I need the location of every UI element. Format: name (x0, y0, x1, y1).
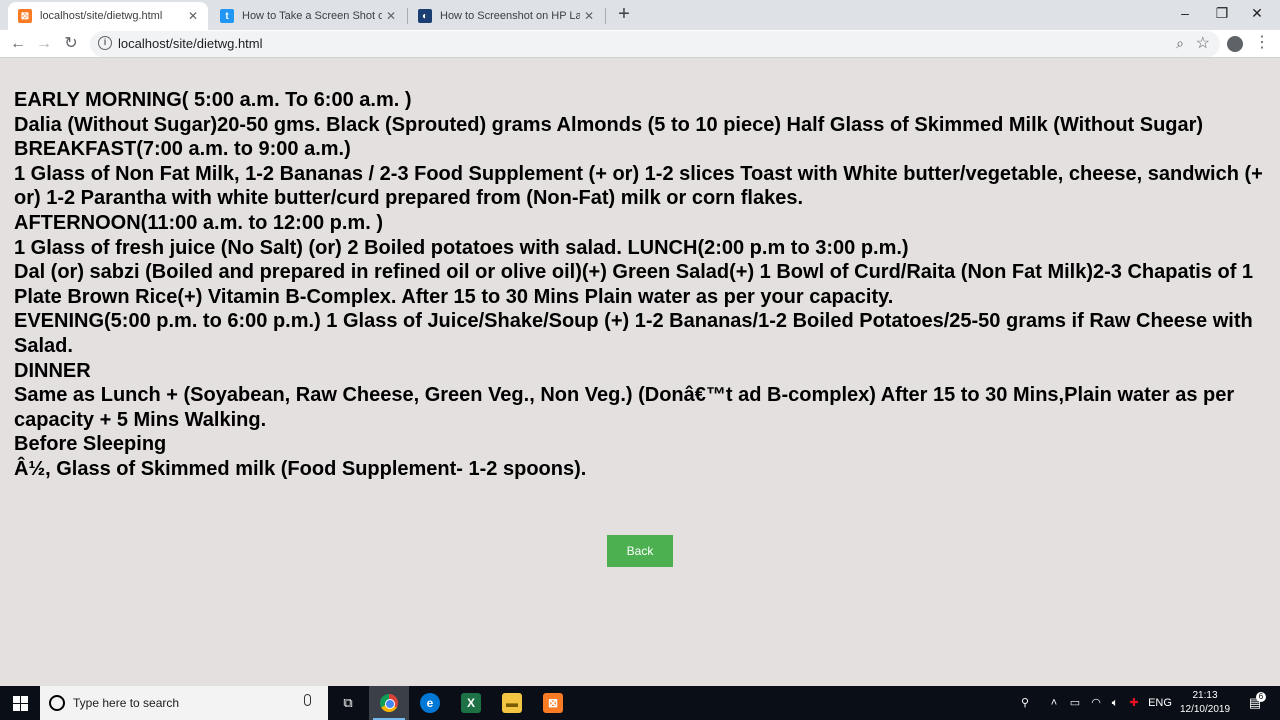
windows-logo-icon (12, 695, 28, 711)
taskbar-excel[interactable]: X (451, 686, 491, 720)
people-icon[interactable]: ⚲ (1015, 686, 1035, 720)
task-view-button[interactable]: ⧉ (328, 686, 368, 720)
task-view-icon: ⧉ (343, 695, 353, 710)
tab-separator (605, 8, 606, 24)
dinner-heading: DINNER (14, 359, 91, 382)
app-tray-icon[interactable]: ✚ (1125, 686, 1143, 720)
notification-badge: 6 (1256, 692, 1266, 702)
taskbar-search-box[interactable]: Type here to search (40, 686, 328, 720)
before-sleeping-text: Â½, Glass of Skimmed milk (Food Suppleme… (14, 457, 587, 480)
browser-tab-strip: ⊠ localhost/site/dietwg.html ✕ t How to … (0, 0, 1280, 30)
close-tab-icon[interactable]: ✕ (184, 9, 202, 23)
chevron-up-icon[interactable]: ˄ (1045, 686, 1063, 720)
more-menu-icon[interactable]: ⋮ (1254, 33, 1270, 53)
excel-icon: X (461, 693, 481, 713)
clock-time: 21:13 (1192, 690, 1218, 701)
close-window-button[interactable]: ✕ (1234, 0, 1280, 28)
early-morning-text: Dalia (Without Sugar)20-50 gms. Black (S… (14, 113, 1204, 136)
folder-icon: ▬ (502, 693, 522, 713)
diet-plan-text: EARLY MORNING( 5:00 a.m. To 6:00 a.m. ) … (14, 88, 1264, 482)
wifi-icon[interactable]: ◠ (1087, 686, 1105, 720)
action-center-icon[interactable]: ▤ 6 (1242, 686, 1268, 720)
breakfast-heading: BREAKFAST(7:00 a.m. to 9:00 a.m.) (14, 138, 351, 161)
tab-title: How to Screenshot on HP Laptop or Deskto… (440, 10, 580, 22)
address-url[interactable]: localhost/site/dietwg.html (118, 36, 263, 51)
zoom-icon[interactable]: ⌕ (1176, 35, 1184, 52)
tab-screenshot-windows[interactable]: t How to Take a Screen Shot on a Windows… (210, 2, 406, 30)
info-icon[interactable]: i (98, 36, 112, 50)
bookmark-star-icon[interactable]: ☆ (1196, 33, 1210, 53)
search-placeholder: Type here to search (73, 696, 180, 710)
tab-title: localhost/site/dietwg.html (40, 10, 163, 22)
dinner-text: Same as Lunch + (Soyabean, Raw Cheese, G… (14, 384, 1235, 431)
system-clock[interactable]: 21:13 12/10/2019 (1174, 689, 1236, 717)
tumblr-icon: t (220, 9, 234, 23)
taskbar-xampp[interactable]: ⊠ (533, 686, 573, 720)
tab-title: How to Take a Screen Shot on a Windows P… (242, 10, 382, 22)
xampp-icon: ⊠ (543, 693, 563, 713)
afternoon-heading: AFTERNOON(11:00 a.m. to 12:00 p.m. ) (14, 211, 383, 234)
evening-text: EVENING(5:00 p.m. to 6:00 p.m.) 1 Glass … (14, 310, 1253, 357)
language-indicator[interactable]: ENG (1146, 686, 1174, 720)
afternoon-text: 1 Glass of fresh juice (No Salt) (or) 2 … (14, 236, 909, 259)
taskbar-file-explorer[interactable]: ▬ (492, 686, 532, 720)
battery-icon[interactable]: ▭ (1066, 686, 1084, 720)
forward-arrow-icon[interactable]: → (32, 32, 56, 56)
taskbar-chrome[interactable] (369, 686, 409, 720)
early-morning-heading: EARLY MORNING( 5:00 a.m. To 6:00 a.m. ) (14, 89, 412, 111)
taskbar-edge[interactable]: e (410, 686, 450, 720)
back-arrow-icon[interactable]: ← (6, 32, 30, 56)
reload-icon[interactable]: ↻ (59, 32, 83, 56)
microphone-icon[interactable] (304, 694, 311, 706)
address-bar[interactable]: i localhost/site/dietwg.html ⌕ ☆ (90, 31, 1220, 57)
browser-toolbar: ← → ↻ i localhost/site/dietwg.html ⌕ ☆ ⋮ (0, 30, 1280, 58)
clock-date: 12/10/2019 (1179, 704, 1231, 715)
before-sleeping-heading: Before Sleeping (14, 433, 167, 456)
xampp-icon: ⊠ (18, 9, 32, 23)
account-icon[interactable] (1227, 36, 1243, 52)
tab-screenshot-hp[interactable]: ◐ How to Screenshot on HP Laptop or Desk… (408, 2, 604, 30)
back-button[interactable]: Back (607, 535, 673, 567)
cortana-icon (49, 695, 65, 711)
close-tab-icon[interactable]: ✕ (580, 9, 598, 23)
breakfast-text: 1 Glass of Non Fat Milk, 1-2 Bananas / 2… (14, 162, 1263, 210)
windows-taskbar: Type here to search ⧉ e X ▬ ⊠ ⚲ ˄ ▭ ◠ 🔈︎… (0, 686, 1280, 720)
edge-icon: e (420, 693, 440, 713)
new-tab-button[interactable]: + (612, 3, 636, 27)
start-button[interactable] (0, 686, 40, 720)
chrome-icon (380, 694, 398, 712)
hp-icon: ◐ (418, 9, 432, 23)
lunch-text: Dal (or) sabzi (Boiled and prepared in r… (14, 261, 1254, 308)
volume-icon[interactable]: 🔈︎ (1106, 686, 1124, 720)
close-tab-icon[interactable]: ✕ (382, 9, 400, 23)
tab-active[interactable]: ⊠ localhost/site/dietwg.html ✕ (8, 2, 208, 30)
